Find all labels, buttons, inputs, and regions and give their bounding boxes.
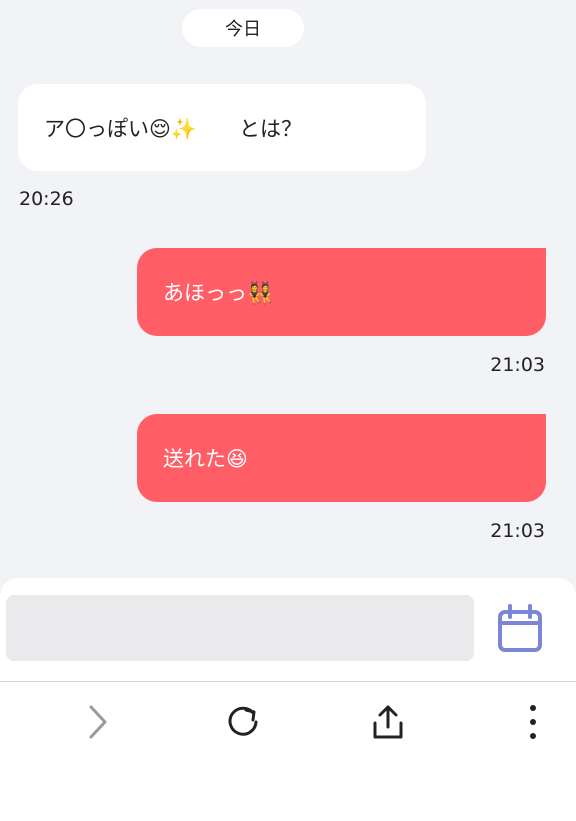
chevron-right-icon [89,705,107,739]
more-options-button[interactable] [511,700,555,744]
message-text: 送れた😆 [163,447,248,471]
date-separator: 今日 [182,9,304,47]
share-icon [373,705,403,739]
message-text: あほっっ👯 [163,281,274,305]
screen: 今日 ア〇っぽい😌✨ とは？ 20:26 あほっっ👯 21:03 送れた😆 21… [0,0,576,821]
share-button[interactable] [366,700,410,744]
forward-button[interactable] [76,700,120,744]
reload-icon [228,706,258,736]
calendar-button[interactable] [494,601,546,657]
reload-button[interactable] [222,700,266,744]
message-composer [0,578,576,681]
date-label: 今日 [225,19,261,40]
message-bubble-outgoing[interactable]: 送れた😆 [137,414,546,502]
calendar-icon [498,604,542,652]
message-timestamp: 21:03 [490,354,545,376]
message-bubble-outgoing[interactable]: あほっっ👯 [137,248,546,336]
message-timestamp: 21:03 [490,520,545,542]
browser-toolbar [0,682,576,821]
message-bubble-incoming[interactable]: ア〇っぽい😌✨ とは？ [18,84,426,171]
message-input[interactable] [6,595,474,661]
message-text: ア〇っぽい😌✨ とは？ [44,116,303,141]
more-vertical-icon [530,705,536,739]
message-timestamp: 20:26 [19,188,74,210]
chat-area[interactable]: 今日 ア〇っぽい😌✨ とは？ 20:26 あほっっ👯 21:03 送れた😆 21… [0,0,576,578]
